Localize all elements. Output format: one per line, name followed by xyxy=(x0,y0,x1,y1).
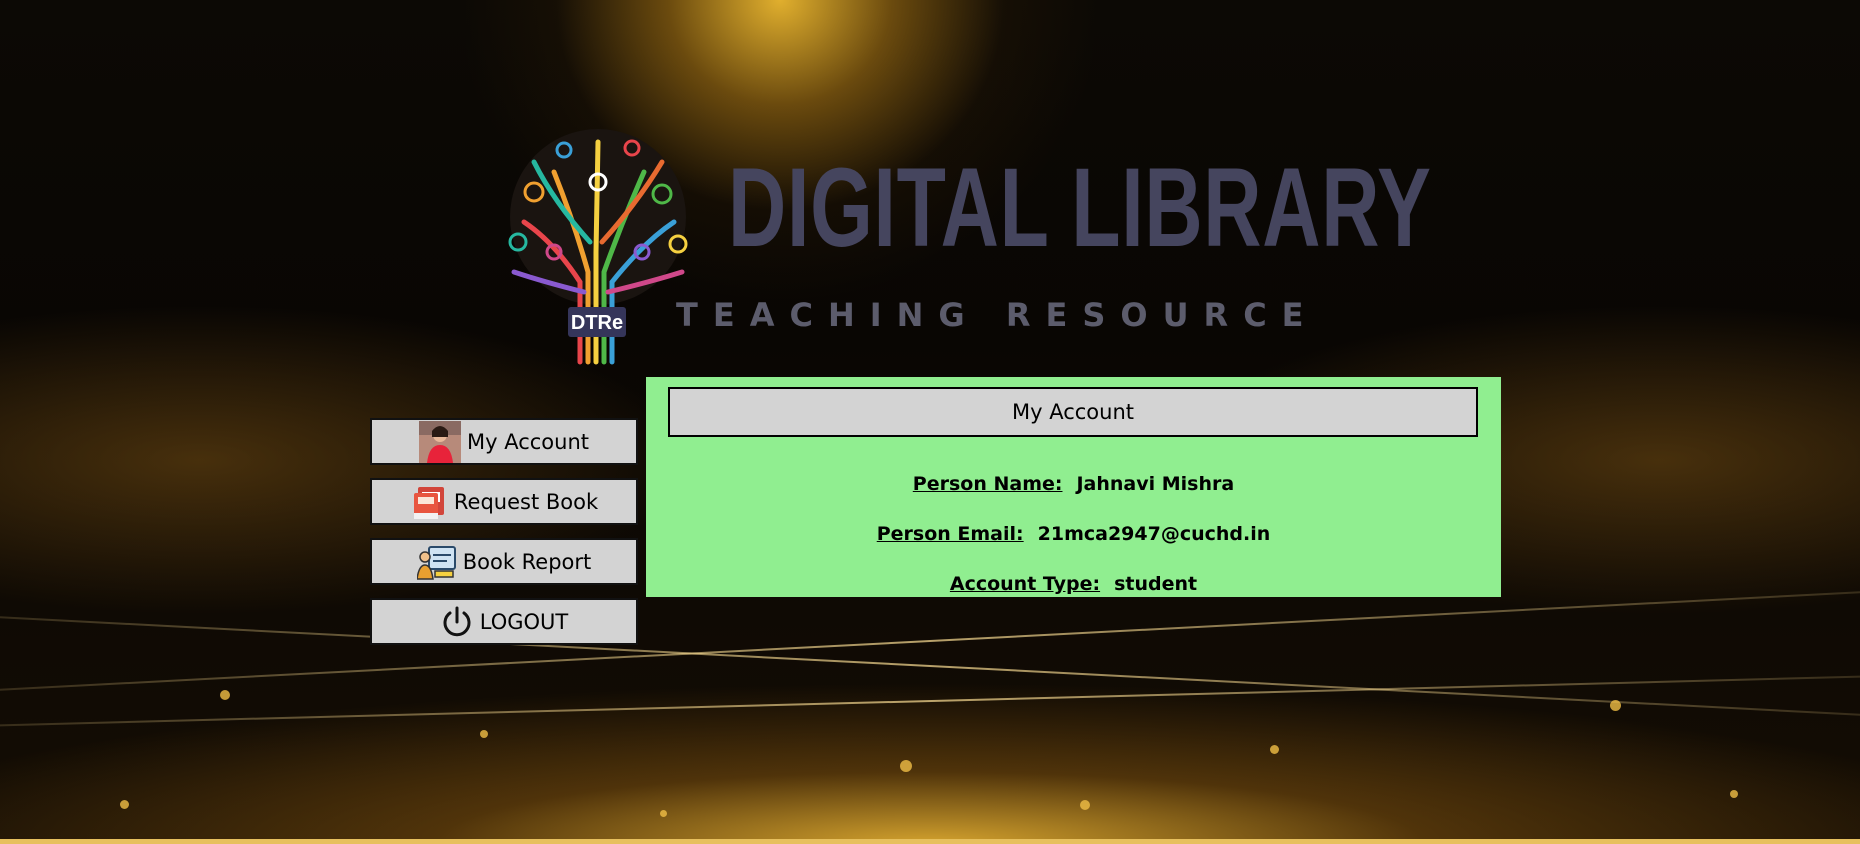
person-name-row: Person Name: Jahnavi Mishra xyxy=(646,473,1501,495)
avatar-photo-icon xyxy=(418,420,461,463)
logo-text: DTRe xyxy=(571,312,623,334)
my-account-label: My Account xyxy=(466,429,589,454)
glitter-spark xyxy=(660,810,667,817)
glitter-spark xyxy=(220,690,230,700)
request-book-button[interactable]: Request Book xyxy=(370,478,638,525)
person-email-value: 21mca2947@cuchd.in xyxy=(1037,523,1271,545)
logout-label: LOGOUT xyxy=(479,609,569,634)
account-type-row: Account Type: student xyxy=(646,573,1501,595)
book-report-label: Book Report xyxy=(462,549,592,574)
logout-button[interactable]: LOGOUT xyxy=(370,598,638,645)
glitter-spark xyxy=(1080,800,1090,810)
glitter-spark xyxy=(1270,745,1279,754)
account-type-label: Account Type: xyxy=(949,573,1101,595)
person-email-row: Person Email: 21mca2947@cuchd.in xyxy=(646,523,1501,545)
book-report-button[interactable]: Book Report xyxy=(370,538,638,585)
report-icon xyxy=(416,545,456,580)
account-heading: My Account xyxy=(668,387,1478,437)
glitter-spark xyxy=(480,730,488,738)
my-account-button[interactable]: My Account xyxy=(370,418,638,465)
page-background: DTRe DIGITAL LIBRARY TEACHING RESOURCE M… xyxy=(0,0,1860,844)
person-name-label: Person Name: xyxy=(912,473,1063,495)
dtre-logo: DTRe xyxy=(508,129,688,365)
person-email-label: Person Email: xyxy=(876,523,1024,545)
glitter-spark xyxy=(120,800,129,809)
person-name-value: Jahnavi Mishra xyxy=(1076,473,1235,495)
light-sweep xyxy=(0,590,1860,692)
glitter-spark xyxy=(900,760,912,772)
site-subtitle: TEACHING RESOURCE xyxy=(676,296,1319,334)
account-panel: My Account Person Name: Jahnavi Mishra Pe… xyxy=(646,377,1501,597)
request-book-label: Request Book xyxy=(453,489,599,514)
site-title: DIGITAL LIBRARY xyxy=(728,145,1432,270)
account-type-value: student xyxy=(1114,573,1198,595)
glitter-spark xyxy=(1730,790,1738,798)
power-icon xyxy=(443,606,471,636)
bottom-glow-bar xyxy=(0,839,1860,844)
book-icon xyxy=(413,486,444,519)
glitter-spark xyxy=(1610,700,1621,711)
